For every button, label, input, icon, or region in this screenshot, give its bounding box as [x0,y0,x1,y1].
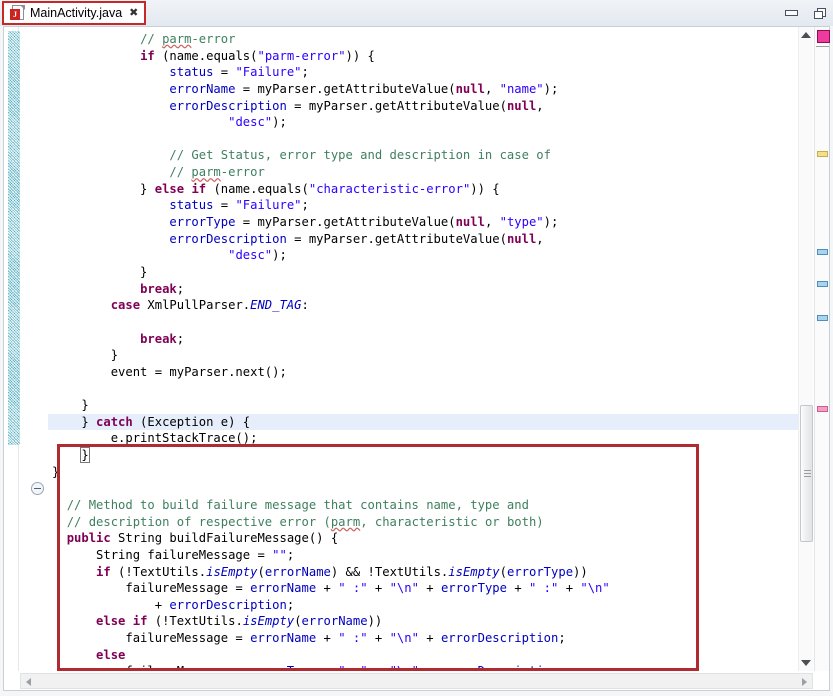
change-ruler[interactable] [4,27,19,671]
tab-title: MainActivity.java [30,6,122,20]
code-line: errorDescription = myParser.getAttribute… [48,231,804,248]
scroll-up-icon[interactable] [801,32,811,38]
eclipse-editor-window: J MainActivity.java ✖ // parm-error if (… [0,0,833,696]
code-line: "desc"); [48,114,804,131]
vertical-scrollbar-thumb[interactable] [800,405,813,542]
code-line: } else if (name.equals("characteristic-e… [48,181,804,198]
error-marker[interactable] [817,30,830,43]
code-line [48,314,804,331]
window-controls [784,0,829,26]
occurrence-marker-2[interactable] [817,281,828,287]
horizontal-scrollbar[interactable] [20,673,813,689]
code-line: break; [48,331,804,348]
code-line [48,131,804,148]
java-badge: J [10,9,20,20]
ruler-divider [816,46,829,47]
scrollbar-grip-icon [804,470,811,477]
vertical-scrollbar[interactable] [798,27,813,671]
code-line: else [48,647,804,664]
scroll-left-icon[interactable] [26,678,31,686]
code-line: errorType = myParser.getAttributeValue(n… [48,214,804,231]
code-line: failureMessage = errorType + " :" + "\n"… [48,663,804,671]
code-viewport[interactable]: // parm-error if (name.equals("parm-erro… [48,27,806,671]
code-line: "desc"); [48,247,804,264]
code-line: } [48,447,804,464]
window-minimize-icon[interactable] [784,5,800,21]
code-line: } [48,347,804,364]
code-line-current: } catch (Exception e) { [48,414,804,431]
editor-tab-mainactivity[interactable]: J MainActivity.java ✖ [2,1,146,25]
code-line: // parm-error [48,31,804,48]
code-line: // description of respective error (parm… [48,514,804,531]
window-restore-icon[interactable] [813,5,829,21]
code-line: status = "Failure"; [48,197,804,214]
code-line: } [48,264,804,281]
warning-marker[interactable] [817,151,828,157]
code-line: failureMessage = errorName + " :" + "\n"… [48,580,804,597]
scroll-down-icon[interactable] [801,660,811,666]
occurrence-marker-3[interactable] [817,315,828,321]
code-line: if (!TextUtils.isEmpty(errorName) && !Te… [48,564,804,581]
code-line: // Method to build failure message that … [48,497,804,514]
code-line [48,380,804,397]
editor-titlebar: J MainActivity.java ✖ [0,0,833,26]
code-line: public String buildFailureMessage() { [48,530,804,547]
code-line: String failureMessage = ""; [48,547,804,564]
code-line: errorDescription = myParser.getAttribute… [48,98,804,115]
close-icon[interactable]: ✖ [129,8,138,19]
search-marker[interactable] [817,406,828,412]
occurrence-marker-1[interactable] [817,249,828,255]
java-file-icon: J [10,5,25,21]
source-code[interactable]: // parm-error if (name.equals("parm-erro… [48,31,804,671]
code-line: status = "Failure"; [48,64,804,81]
fold-collapse-icon[interactable] [31,482,44,495]
code-line: break; [48,281,804,298]
code-line: } [48,464,804,481]
code-line: // Get Status, error type and descriptio… [48,147,804,164]
code-line: event = myParser.next(); [48,364,804,381]
code-line: if (name.equals("parm-error")) { [48,48,804,65]
code-line: errorName = myParser.getAttributeValue(n… [48,81,804,98]
code-line: else if (!TextUtils.isEmpty(errorName)) [48,613,804,630]
code-line: // parm-error [48,164,804,181]
code-line [48,480,804,497]
editor-frame: // parm-error if (name.equals("parm-erro… [3,26,830,691]
code-line: } [48,397,804,414]
scroll-right-icon[interactable] [802,678,807,686]
overview-ruler[interactable] [814,27,829,671]
code-line: failureMessage = errorName + " :" + "\n"… [48,630,804,647]
code-line: e.printStackTrace(); [48,430,804,447]
code-line: + errorDescription; [48,597,804,614]
code-line: case XmlPullParser.END_TAG: [48,297,804,314]
